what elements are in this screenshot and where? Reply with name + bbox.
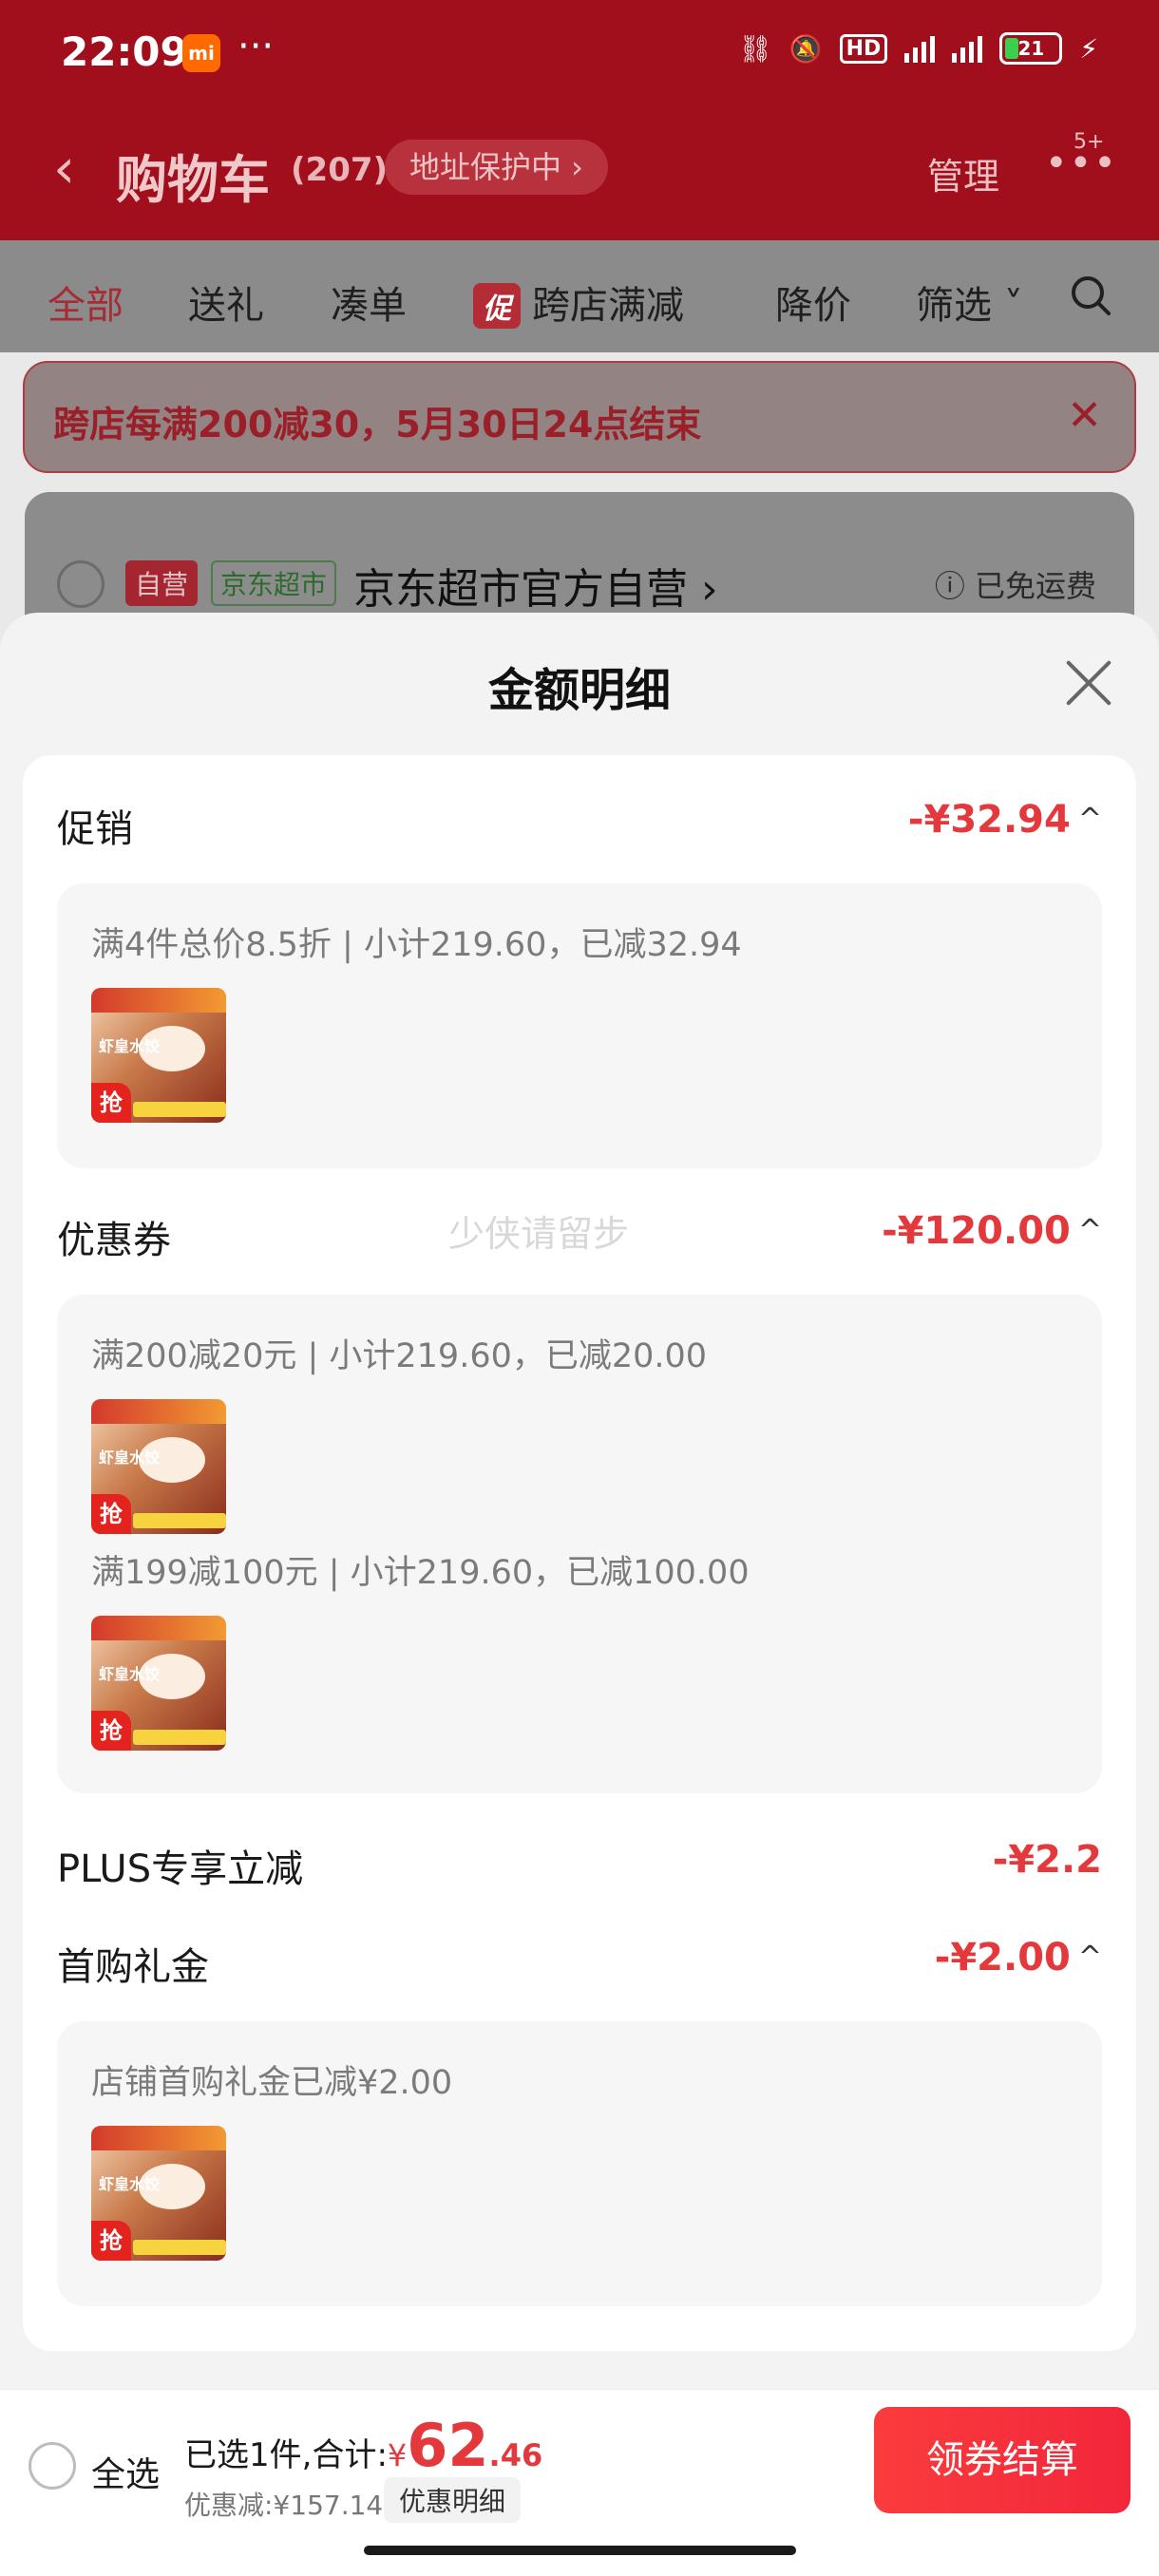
first-purchase-label: 首购礼金 — [57, 1945, 209, 1989]
first-purchase-amount[interactable]: -¥2.00 ^ — [935, 1936, 1102, 1979]
product-thumbnail[interactable]: 虾皇水饺 抢 — [91, 1616, 226, 1751]
status-icons: ⛓ 🔕 HD 21 ⚡ — [738, 32, 1098, 65]
select-all-label[interactable]: 全选 — [91, 2447, 160, 2496]
tab-all[interactable]: 全部 — [48, 275, 124, 330]
self-operated-tag: 自营 — [125, 560, 199, 606]
product-thumbnail[interactable]: 虾皇水饺 抢 — [91, 2126, 226, 2261]
checkout-button[interactable]: 领券结算 — [874, 2407, 1130, 2513]
selected-prefix: 已选1件,合计: — [184, 2436, 388, 2474]
watermark: 少侠请留步 — [448, 1213, 630, 1255]
sheet-title: 金额明细 — [487, 664, 671, 717]
chevron-up-icon: ^ — [1077, 1941, 1102, 1974]
more-badge: 5+ — [1074, 130, 1105, 154]
battery-icon: 21 — [999, 32, 1063, 65]
chevron-up-icon: ^ — [1077, 1214, 1102, 1247]
home-indicator[interactable] — [364, 2546, 796, 2555]
tab-price-drop[interactable]: 降价 — [775, 275, 851, 330]
discount-total: 优惠减:¥157.14 — [184, 2490, 384, 2521]
tab-cross-store-label: 跨店满减 — [532, 284, 684, 328]
total-integer: 62 — [407, 2411, 489, 2480]
store-select-radio[interactable] — [57, 560, 104, 608]
mi-app-icon: mi — [182, 34, 220, 72]
promotion-detail-line: 满4件总价8.5折 | 小计219.60，已减32.94 — [91, 926, 742, 964]
promotion-label: 促销 — [57, 807, 133, 851]
tab-bundle[interactable]: 凑单 — [331, 275, 407, 330]
amount-detail-card: 促销 -¥32.94 ^ 满4件总价8.5折 | 小计219.60，已减32.94… — [23, 755, 1136, 2351]
hd-icon: HD — [839, 33, 888, 64]
promo-notice: 跨店每满200减30，5月30日24点结束 ✕ — [23, 361, 1136, 473]
coupon-detail-line-1: 满200减20元 | 小计219.60，已减20.00 — [91, 1337, 708, 1375]
coupon-detail-box: 满200减20元 | 小计219.60，已减20.00 虾皇水饺 抢 满199减… — [57, 1295, 1102, 1793]
search-icon[interactable] — [1070, 275, 1112, 316]
signal-icon — [904, 34, 936, 63]
manage-button[interactable]: 管理 — [927, 147, 999, 199]
close-icon[interactable] — [1064, 658, 1113, 708]
signal-icon-2 — [952, 34, 983, 63]
product-thumbnail[interactable]: 虾皇水饺 抢 — [91, 1399, 226, 1534]
more-notifications-icon: ··· — [238, 25, 275, 68]
mute-bell-icon: 🔕 — [788, 32, 823, 65]
plus-discount-label: PLUS专享立减 — [57, 1847, 304, 1891]
nav-bar: ‹ 购物车 (207) 地址保护中 › 管理 ••• 5+ — [0, 109, 1159, 240]
free-shipping-label: ⓘ 已免运费 — [934, 568, 1096, 604]
first-purchase-detail-box: 店铺首购礼金已减¥2.00 虾皇水饺 抢 — [57, 2021, 1102, 2306]
status-bar: 22:09 mi ··· ⛓ 🔕 HD 21 ⚡ — [0, 0, 1159, 109]
tab-cross-store[interactable]: 促跨店满减 — [473, 275, 684, 330]
tab-filter[interactable]: 筛选 ˅ — [916, 275, 1023, 330]
link-icon: ⛓ — [738, 32, 772, 65]
tab-gift[interactable]: 送礼 — [188, 275, 264, 330]
filter-tabs: 全部 送礼 凑单 促跨店满减 降价 筛选 ˅ — [0, 240, 1159, 352]
charging-icon: ⚡ — [1079, 32, 1098, 65]
page-title: 购物车 — [116, 150, 270, 210]
back-icon[interactable]: ‹ — [53, 136, 75, 200]
discount-detail-button[interactable]: 优惠明细 — [384, 2477, 522, 2523]
promotion-amount[interactable]: -¥32.94 ^ — [908, 798, 1102, 842]
chevron-up-icon: ^ — [1077, 803, 1102, 836]
product-thumbnail[interactable]: 虾皇水饺 抢 — [91, 988, 226, 1123]
promo-tag: 促 — [473, 283, 521, 329]
select-all-radio[interactable] — [28, 2442, 76, 2490]
first-purchase-detail-line: 店铺首购礼金已减¥2.00 — [91, 2064, 453, 2102]
notice-text: 跨店每满200减30，5月30日24点结束 — [53, 404, 702, 445]
currency-symbol: ¥ — [387, 2437, 408, 2473]
promotion-detail-box: 满4件总价8.5折 | 小计219.60，已减32.94 虾皇水饺 抢 — [57, 883, 1102, 1168]
store-name[interactable]: 京东超市官方自营 › — [353, 555, 718, 616]
coupon-amount[interactable]: -¥120.00 ^ — [882, 1209, 1102, 1253]
jd-supermarket-tag: 京东超市 — [211, 560, 337, 606]
plus-discount-amount: -¥2.2 — [992, 1838, 1102, 1882]
coupon-detail-line-2: 满199减100元 | 小计219.60，已减100.00 — [91, 1554, 750, 1592]
close-icon[interactable]: ✕ — [1067, 391, 1102, 440]
coupon-label: 优惠券 — [57, 1219, 171, 1262]
total-decimal: .46 — [488, 2437, 543, 2473]
address-protection-button[interactable]: 地址保护中 › — [385, 140, 608, 195]
amount-detail-sheet: 金额明细 促销 -¥32.94 ^ 满4件总价8.5折 | 小计219.60，已减… — [0, 613, 1159, 2389]
cart-count: (207) — [291, 151, 389, 189]
total-line: 已选1件,合计:¥62.46 — [184, 2411, 542, 2480]
status-time: 22:09 — [61, 28, 188, 75]
